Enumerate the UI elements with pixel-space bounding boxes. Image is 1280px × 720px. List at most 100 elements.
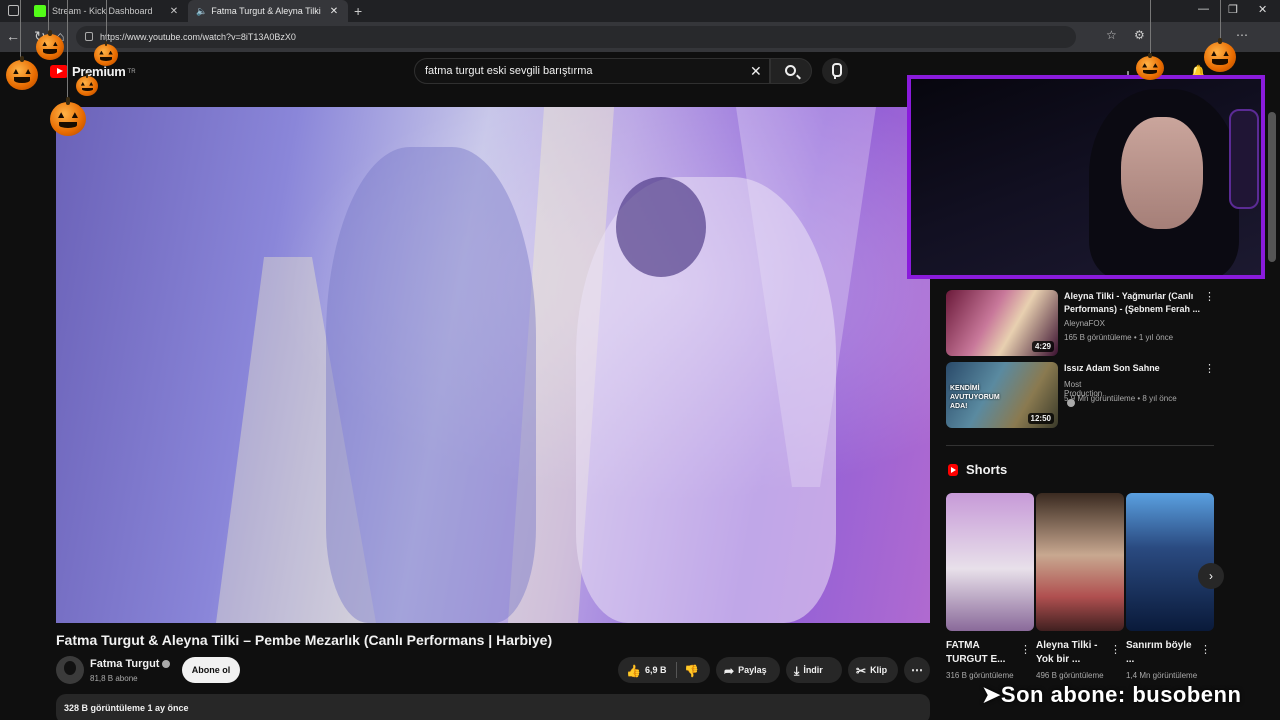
close-tab-icon[interactable]: ✕ (328, 6, 340, 17)
site-info-icon[interactable] (85, 32, 93, 41)
back-icon[interactable]: ← (6, 28, 20, 44)
screen: Stream - Kick Dashboard ✕ 🔈 Fatma Turgut… (0, 0, 1280, 720)
share-label: Paylaş (738, 665, 767, 675)
short-title[interactable]: Sanırım böyle ... (1126, 639, 1198, 667)
voice-search-icon[interactable] (822, 58, 848, 84)
bookmark-star-icon[interactable]: ☆ (1106, 28, 1117, 42)
search-input[interactable]: fatma turgut eski sevgili barıştırma (414, 58, 770, 84)
singer-hair (616, 177, 706, 277)
subscribe-button[interactable]: Abone ol (182, 657, 240, 683)
thumbs-up-icon: 👍 (626, 663, 641, 678)
more-options-icon[interactable]: ⋮ (1204, 290, 1215, 303)
chevron-right-icon[interactable]: › (1198, 563, 1224, 589)
webcam-overlay (907, 75, 1265, 279)
short-item[interactable]: FATMA TURGUT E... 316 B görüntüleme ⋮ (946, 493, 1034, 680)
maximize-icon[interactable]: ❐ (1228, 3, 1238, 16)
tab-youtube-video[interactable]: 🔈 Fatma Turgut & Aleyna Tilki ✕ (188, 0, 348, 64)
hanging-string (48, 0, 49, 34)
streamer-face (1121, 117, 1203, 229)
window-menu-icon[interactable] (8, 5, 19, 16)
more-options-icon[interactable]: ⋮ (1020, 643, 1031, 656)
short-thumbnail[interactable] (1126, 493, 1214, 631)
share-icon: ➦ (724, 663, 735, 678)
pumpkin-icon (1204, 37, 1236, 72)
latest-subscriber-overlay: ➤Son abone: busobenn (982, 682, 1242, 707)
download-icon: ⤓ (794, 663, 800, 678)
short-item[interactable]: Sanırım böyle ... 1,4 Mn görüntüleme ⋮ (1126, 493, 1214, 680)
minimize-icon[interactable]: — (1198, 3, 1209, 15)
download-label: İndir (803, 665, 823, 675)
more-options-icon[interactable]: ⋮ (1110, 643, 1121, 656)
pumpkin-icon (1136, 52, 1164, 80)
channel-avatar[interactable] (56, 656, 84, 684)
like-count: 6,9 B (644, 665, 667, 675)
thumbnail-text: KENDİMİ AVUTUYORUM ADA! (950, 385, 1000, 410)
more-actions-icon[interactable]: ⋯ (904, 657, 930, 683)
short-title[interactable]: FATMA TURGUT E... (946, 639, 1018, 667)
url-text: https://www.youtube.com/watch?v=8iT13A0B… (100, 32, 296, 42)
like-dislike-group: 👍 6,9 B 👎 (618, 657, 710, 683)
thumbs-down-icon: 👎 (684, 663, 699, 678)
pumpkin-icon (94, 40, 118, 66)
close-tab-icon[interactable]: ✕ (168, 6, 180, 17)
tab-kick-dashboard[interactable]: Stream - Kick Dashboard ✕ (26, 0, 188, 22)
video-thumbnail[interactable]: KENDİMİ AVUTUYORUM ADA! 12:50 (946, 362, 1058, 428)
share-button[interactable]: ➦ Paylaş (716, 657, 780, 683)
recommended-meta: 165 B görüntüleme • 1 yıl önce (1064, 333, 1174, 342)
clip-button[interactable]: ✂ Klip (848, 657, 898, 683)
tab-label: Fatma Turgut & Aleyna Tilki (211, 6, 321, 16)
short-title[interactable]: Aleyna Tilki - Yok bir ... (1036, 639, 1108, 667)
channel-name[interactable]: Fatma Turgut (90, 658, 171, 670)
recommended-title[interactable]: Aleyna Tilki - Yağmurlar (Canlı Performa… (1064, 290, 1204, 316)
page-scrollbar[interactable] (1268, 112, 1276, 262)
duration-badge: 4:29 (1031, 341, 1054, 352)
like-button[interactable]: 👍 6,9 B (626, 657, 666, 683)
section-divider (946, 445, 1214, 446)
singer-figure (326, 147, 536, 623)
pumpkin-icon (50, 97, 86, 136)
short-thumbnail[interactable] (1036, 493, 1124, 631)
clear-search-icon[interactable]: ✕ (750, 63, 762, 80)
short-item[interactable]: Aleyna Tilki - Yok bir ... 496 B görüntü… (1036, 493, 1124, 680)
shorts-icon (948, 463, 958, 476)
hanging-string (67, 0, 68, 102)
duration-badge: 12:50 (1027, 413, 1054, 424)
download-button[interactable]: ⤓ İndir (786, 657, 842, 683)
recommended-channel[interactable]: AleynaFOX (1064, 319, 1105, 328)
speaker-icon[interactable]: 🔈 (196, 6, 207, 17)
video-title: Fatma Turgut & Aleyna Tilki – Pembe Meza… (56, 632, 553, 648)
singer-figure (576, 177, 836, 623)
subscriber-count: 81,8 B abone (90, 674, 138, 683)
hanging-string (20, 0, 21, 60)
search-button[interactable] (770, 58, 812, 84)
recommended-meta: 5,9 Mn görüntüleme • 8 yıl önce (1064, 394, 1177, 403)
tab-label: Stream - Kick Dashboard (52, 6, 153, 16)
dislike-button[interactable]: 👎 (684, 657, 703, 683)
browser-toolbar: ← ↻ ⌂ https://www.youtube.com/watch?v=8i… (0, 22, 1280, 52)
headset (1229, 109, 1259, 209)
divider (676, 662, 677, 678)
more-options-icon[interactable]: ⋮ (1204, 362, 1215, 375)
verified-icon (162, 660, 171, 669)
pumpkin-icon (76, 73, 98, 96)
search-icon (785, 65, 796, 76)
video-player[interactable] (56, 107, 930, 623)
short-views: 316 B görüntüleme (946, 671, 1014, 680)
address-bar[interactable]: https://www.youtube.com/watch?v=8iT13A0B… (76, 26, 1076, 48)
pumpkin-icon (6, 55, 38, 90)
description-box[interactable]: 328 B görüntüleme 1 ay önce (56, 694, 930, 720)
youtube-play-icon (50, 65, 68, 78)
channel-name-text: Fatma Turgut (90, 658, 160, 670)
logo-region: TR (127, 68, 136, 75)
window-close-icon[interactable]: ✕ (1258, 3, 1267, 16)
video-thumbnail[interactable]: 4:29 (946, 290, 1058, 356)
extensions-icon[interactable]: ⚙ (1134, 28, 1145, 42)
recommended-title[interactable]: Issız Adam Son Sahne (1064, 362, 1204, 375)
more-options-icon[interactable]: ⋮ (1200, 643, 1211, 656)
browser-tab-bar: Stream - Kick Dashboard ✕ 🔈 Fatma Turgut… (0, 0, 1280, 64)
browser-menu-icon[interactable]: ⋯ (1236, 28, 1248, 42)
hanging-string (1220, 0, 1221, 42)
new-tab-icon[interactable]: + (354, 3, 362, 19)
short-thumbnail[interactable] (946, 493, 1034, 631)
search-query: fatma turgut eski sevgili barıştırma (425, 65, 593, 77)
